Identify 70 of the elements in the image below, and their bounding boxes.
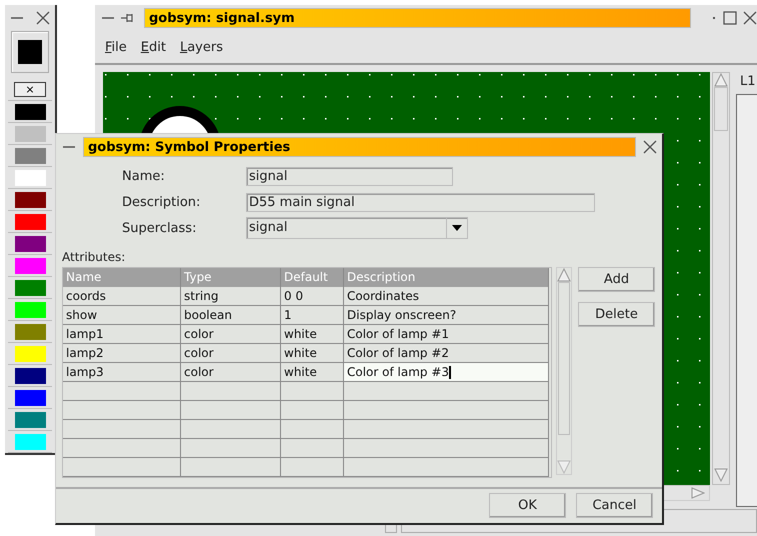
table-cell: white [281,325,344,344]
table-cell: white [281,344,344,363]
right-arrow-icon[interactable] [691,486,705,500]
color-swatch[interactable] [14,258,46,274]
close-icon[interactable] [36,11,50,25]
color-swatch[interactable] [14,368,46,384]
field-label: Name: [122,168,166,184]
color-swatch[interactable] [14,412,46,428]
table-cell: color [181,363,281,382]
input-field[interactable]: signal [246,166,453,186]
table-cell: 1 [281,306,344,325]
table-cell: coords [63,287,181,306]
caret-icon [452,225,462,231]
scrollbar[interactable] [712,72,730,485]
color-swatch[interactable] [14,324,46,340]
table-cell: color [181,325,281,344]
scrollbar-thumb[interactable] [558,282,570,435]
color-swatch[interactable] [14,214,46,230]
empty-cell [281,458,344,477]
section-label: Attributes: [62,250,126,264]
empty-cell [281,439,344,458]
dialog-button[interactable]: OK [489,493,566,518]
no-color-button[interactable]: × [14,82,46,97]
table-action-button[interactable]: Add [578,267,655,292]
color-swatch[interactable] [14,434,46,450]
color-swatch[interactable] [14,104,46,120]
empty-cell [281,401,344,420]
color-swatch[interactable] [14,302,46,318]
table-cell: lamp1 [63,325,181,344]
dropdown[interactable]: signal [246,217,468,239]
close-icon[interactable] [743,11,757,25]
dialog-title: gobsym: Symbol Properties [83,137,636,157]
table-action-button[interactable]: Delete [578,302,655,327]
scrollbar-thumb[interactable] [714,87,728,131]
table-cell: string [181,287,281,306]
table-cell: color [181,344,281,363]
color-swatch[interactable] [14,390,46,406]
table-cell: show [63,306,181,325]
dialog-button[interactable]: Cancel [576,493,653,518]
empty-cell [281,420,344,439]
down-arrow-icon[interactable] [713,468,729,482]
field-label: Description: [122,194,202,210]
maximize-icon[interactable] [723,11,737,25]
field-label: Superclass: [122,220,198,236]
input-field[interactable]: D55 main signal [246,192,595,212]
table-cell: lamp2 [63,344,181,363]
empty-cell [281,382,344,401]
menu-item[interactable]: Layers [180,40,223,55]
window-title: gobsym: signal.sym [144,8,691,28]
layer-label: L1 [739,73,757,91]
close-icon[interactable] [643,140,657,154]
color-swatch[interactable] [14,148,46,164]
menu-item[interactable]: Edit [140,40,166,55]
color-swatch[interactable] [14,192,46,208]
color-swatch[interactable] [14,280,46,296]
table-cell: lamp3 [63,363,181,382]
cell-editor[interactable]: Color of lamp #3 [344,363,549,382]
table-cell: Color of lamp #1 [344,325,549,344]
color-swatch[interactable] [14,170,46,186]
color-swatch[interactable] [14,346,46,362]
color-swatch[interactable] [14,236,46,252]
up-arrow-icon[interactable] [557,268,571,282]
up-arrow-icon[interactable] [713,73,729,87]
color-swatch[interactable] [14,126,46,142]
table-cell: boolean [181,306,281,325]
table-cell: Display onscreen? [344,306,549,325]
table-cell: Coordinates [344,287,549,306]
scrollbar[interactable] [556,267,572,475]
menu-item[interactable]: File [105,40,127,55]
table-cell: 0 0 [281,287,344,306]
